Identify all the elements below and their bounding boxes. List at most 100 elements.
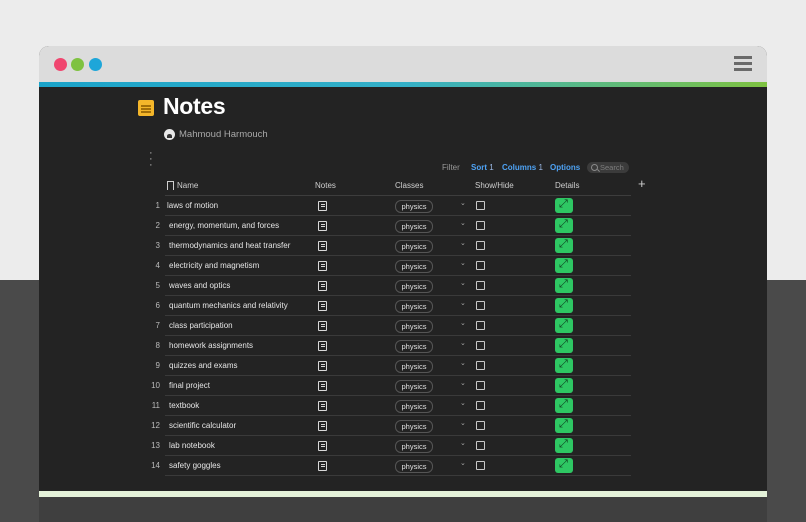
maximize-window-button[interactable]: [89, 58, 102, 71]
class-tag[interactable]: physics: [395, 420, 433, 433]
table-row[interactable]: 14 safety goggles physics ⌄: [39, 456, 767, 476]
expand-details-button[interactable]: [555, 457, 573, 473]
column-header-show-hide[interactable]: Show/Hide: [475, 181, 514, 190]
row-name[interactable]: laws of motion: [167, 201, 218, 210]
table-row[interactable]: 5 waves and optics physics ⌄: [39, 276, 767, 296]
class-tag[interactable]: physics: [395, 260, 433, 273]
chevron-down-icon[interactable]: ⌄: [460, 319, 466, 327]
expand-details-button[interactable]: [555, 337, 573, 353]
class-tag[interactable]: physics: [395, 400, 433, 413]
table-row[interactable]: 1 laws of motion physics ⌄: [39, 196, 767, 216]
chevron-down-icon[interactable]: ⌄: [460, 279, 466, 287]
chevron-down-icon[interactable]: ⌄: [460, 459, 466, 467]
row-name[interactable]: electricity and magnetism: [169, 261, 259, 270]
row-name[interactable]: safety goggles: [169, 461, 221, 470]
table-row[interactable]: 4 electricity and magnetism physics ⌄: [39, 256, 767, 276]
close-window-button[interactable]: [54, 58, 67, 71]
hamburger-menu-icon[interactable]: [734, 56, 752, 72]
expand-details-button[interactable]: [555, 317, 573, 333]
expand-details-button[interactable]: [555, 237, 573, 253]
note-icon[interactable]: [318, 261, 327, 271]
filter-button[interactable]: Filter: [442, 163, 460, 172]
note-icon[interactable]: [318, 221, 327, 231]
show-hide-checkbox[interactable]: [476, 441, 485, 450]
table-row[interactable]: 8 homework assignments physics ⌄: [39, 336, 767, 356]
note-icon[interactable]: [318, 241, 327, 251]
note-icon[interactable]: [318, 361, 327, 371]
chevron-down-icon[interactable]: ⌄: [460, 199, 466, 207]
search-input[interactable]: Search: [587, 162, 629, 173]
show-hide-checkbox[interactable]: [476, 281, 485, 290]
row-name[interactable]: thermodynamics and heat transfer: [169, 241, 290, 250]
table-row[interactable]: 13 lab notebook physics ⌄: [39, 436, 767, 456]
table-row[interactable]: 2 energy, momentum, and forces physics ⌄: [39, 216, 767, 236]
expand-details-button[interactable]: [555, 397, 573, 413]
expand-details-button[interactable]: [555, 297, 573, 313]
row-name[interactable]: quantum mechanics and relativity: [169, 301, 288, 310]
chevron-down-icon[interactable]: ⌄: [460, 379, 466, 387]
table-row[interactable]: 11 textbook physics ⌄: [39, 396, 767, 416]
chevron-down-icon[interactable]: ⌄: [460, 219, 466, 227]
class-tag[interactable]: physics: [395, 460, 433, 473]
class-tag[interactable]: physics: [395, 440, 433, 453]
expand-details-button[interactable]: [555, 197, 573, 213]
expand-details-button[interactable]: [555, 217, 573, 233]
avatar[interactable]: [164, 129, 175, 140]
column-header-classes[interactable]: Classes: [395, 181, 423, 190]
chevron-down-icon[interactable]: ⌄: [460, 419, 466, 427]
class-tag[interactable]: physics: [395, 380, 433, 393]
row-name[interactable]: textbook: [169, 401, 199, 410]
note-icon[interactable]: [318, 441, 327, 451]
show-hide-checkbox[interactable]: [476, 381, 485, 390]
columns-button[interactable]: Columns 1: [502, 163, 543, 172]
note-icon[interactable]: [318, 401, 327, 411]
show-hide-checkbox[interactable]: [476, 241, 485, 250]
note-icon[interactable]: [318, 321, 327, 331]
row-name[interactable]: final project: [169, 381, 210, 390]
row-name[interactable]: lab notebook: [169, 441, 215, 450]
class-tag[interactable]: physics: [395, 200, 433, 213]
add-column-plus-icon[interactable]: +: [638, 176, 646, 191]
show-hide-checkbox[interactable]: [476, 361, 485, 370]
class-tag[interactable]: physics: [395, 280, 433, 293]
author-name[interactable]: Mahmoud Harmouch: [179, 129, 268, 140]
show-hide-checkbox[interactable]: [476, 261, 485, 270]
column-header-name[interactable]: Name: [177, 181, 198, 190]
row-name[interactable]: energy, momentum, and forces: [169, 221, 279, 230]
chevron-down-icon[interactable]: ⌄: [460, 339, 466, 347]
options-button[interactable]: Options: [550, 163, 580, 172]
chevron-down-icon[interactable]: ⌄: [460, 399, 466, 407]
table-row[interactable]: 10 final project physics ⌄: [39, 376, 767, 396]
row-name[interactable]: scientific calculator: [169, 421, 236, 430]
expand-details-button[interactable]: [555, 377, 573, 393]
sort-button[interactable]: Sort 1: [471, 163, 494, 172]
note-icon[interactable]: [318, 201, 327, 211]
show-hide-checkbox[interactable]: [476, 341, 485, 350]
show-hide-checkbox[interactable]: [476, 401, 485, 410]
chevron-down-icon[interactable]: ⌄: [460, 359, 466, 367]
minimize-window-button[interactable]: [71, 58, 84, 71]
show-hide-checkbox[interactable]: [476, 221, 485, 230]
class-tag[interactable]: physics: [395, 320, 433, 333]
row-name[interactable]: homework assignments: [169, 341, 253, 350]
note-icon[interactable]: [318, 341, 327, 351]
note-icon[interactable]: [318, 281, 327, 291]
column-header-details[interactable]: Details: [555, 181, 579, 190]
note-icon[interactable]: [318, 381, 327, 391]
note-icon[interactable]: [318, 461, 327, 471]
chevron-down-icon[interactable]: ⌄: [460, 299, 466, 307]
show-hide-checkbox[interactable]: [476, 321, 485, 330]
note-icon[interactable]: [318, 301, 327, 311]
more-options-icon[interactable]: · · ·: [149, 148, 157, 171]
row-name[interactable]: quizzes and exams: [169, 361, 237, 370]
show-hide-checkbox[interactable]: [476, 461, 485, 470]
table-row[interactable]: 9 quizzes and exams physics ⌄: [39, 356, 767, 376]
expand-details-button[interactable]: [555, 417, 573, 433]
class-tag[interactable]: physics: [395, 240, 433, 253]
show-hide-checkbox[interactable]: [476, 201, 485, 210]
row-name[interactable]: class participation: [169, 321, 233, 330]
show-hide-checkbox[interactable]: [476, 301, 485, 310]
column-header-notes[interactable]: Notes: [315, 181, 336, 190]
table-row[interactable]: 12 scientific calculator physics ⌄: [39, 416, 767, 436]
class-tag[interactable]: physics: [395, 220, 433, 233]
